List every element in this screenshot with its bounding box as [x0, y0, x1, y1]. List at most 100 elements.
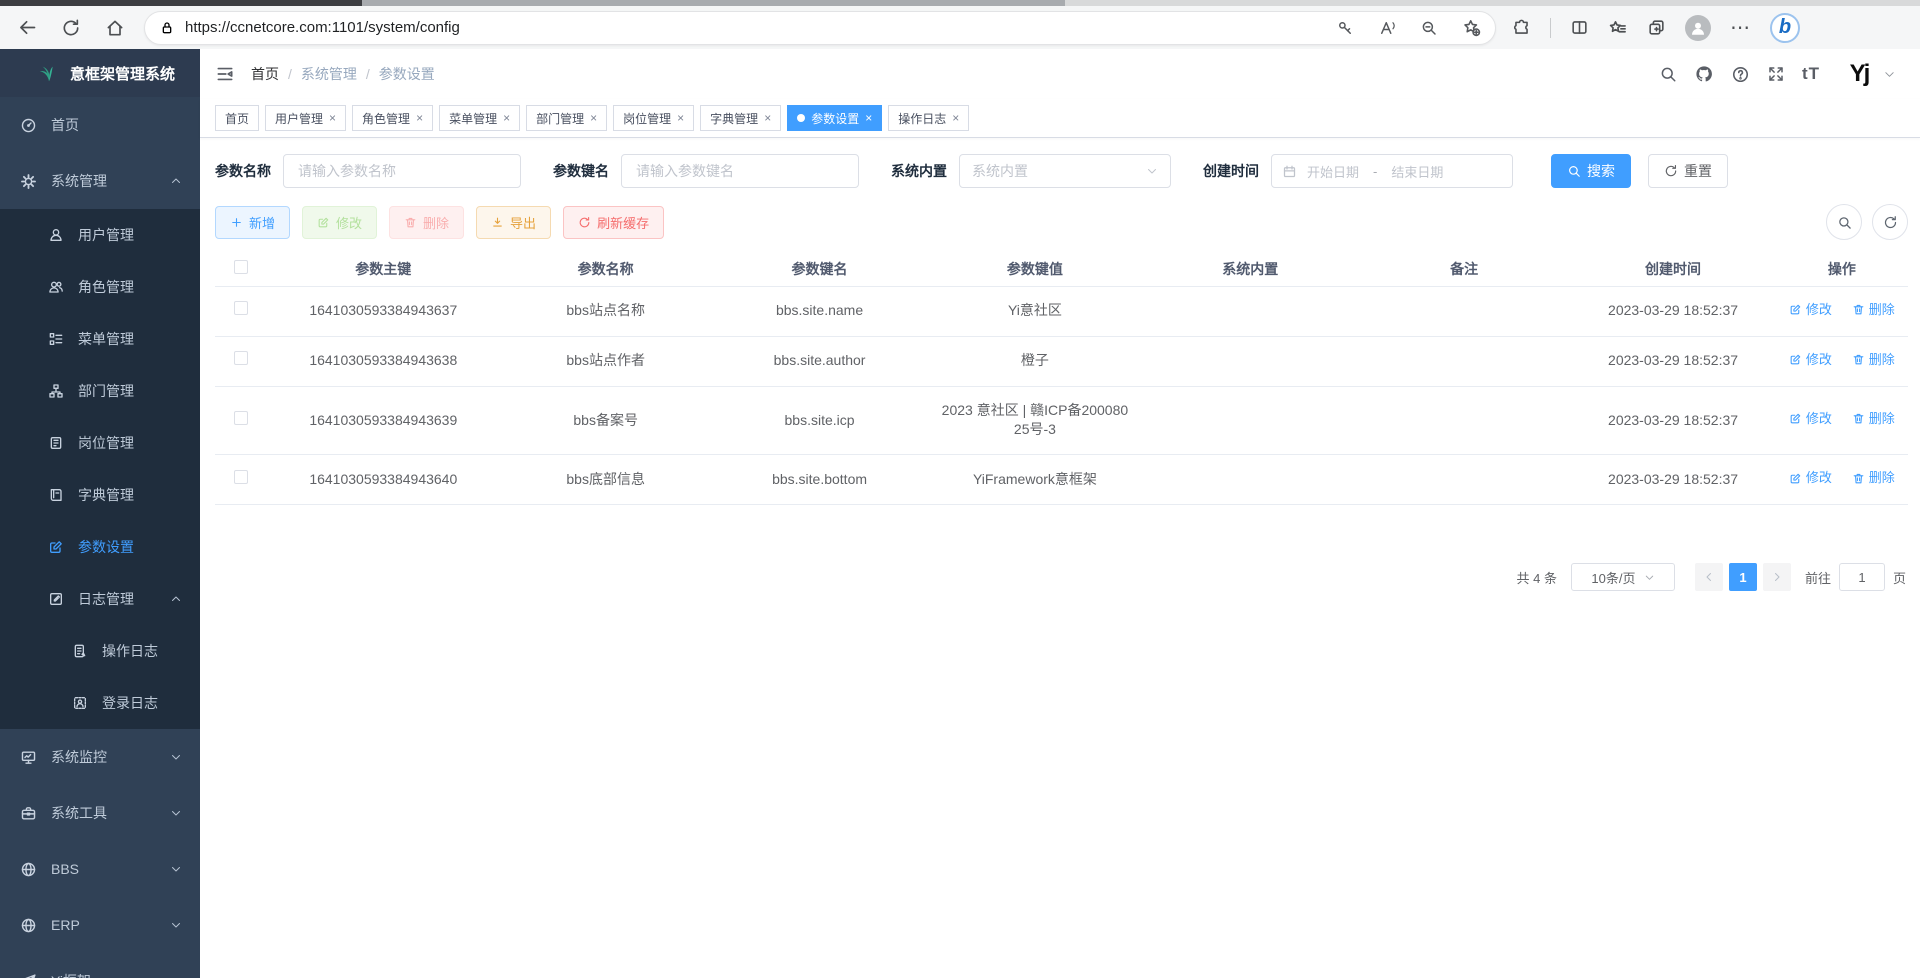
trash-icon [404, 216, 417, 229]
github-link[interactable] [1694, 64, 1714, 84]
row-edit-link[interactable]: 修改 [1789, 351, 1832, 369]
search-button[interactable]: 搜索 [1551, 154, 1631, 188]
sidebar-item-bbs[interactable]: BBS [0, 841, 200, 897]
param-key-input[interactable] [621, 154, 859, 188]
cell-value: 橙子 [927, 336, 1142, 386]
row-checkbox[interactable] [234, 470, 248, 484]
tab-close-icon[interactable]: × [416, 111, 423, 125]
row-checkbox[interactable] [234, 411, 248, 425]
reset-button[interactable]: 重置 [1648, 154, 1728, 188]
tab-home[interactable]: 首页 [215, 105, 259, 131]
cell-name: bbs站点作者 [499, 336, 711, 386]
export-button[interactable]: 导出 [476, 206, 551, 239]
sidebar-item-monitor[interactable]: 系统监控 [0, 729, 200, 785]
tab-label: 操作日志 [898, 110, 946, 127]
sidebar-item-menus[interactable]: 菜单管理 [0, 313, 200, 365]
tab-close-icon[interactable]: × [952, 111, 959, 125]
sidebar-collapse-button[interactable] [215, 64, 235, 84]
next-page-button[interactable] [1763, 563, 1791, 591]
address-bar[interactable]: https://ccnetcore.com:1101/system/config [144, 11, 1496, 45]
row-checkbox[interactable] [234, 351, 248, 365]
app-logo[interactable]: 意框架管理系统 [0, 49, 200, 97]
browser-reload-button[interactable] [54, 11, 88, 45]
user-avatar[interactable]: Yj [1842, 57, 1876, 91]
sidebar-item-yiframework[interactable]: Yi框架 [0, 953, 200, 978]
row-delete-link[interactable]: 删除 [1852, 469, 1895, 487]
browser-home-button[interactable] [98, 11, 132, 45]
sidebar-item-departments[interactable]: 部门管理 [0, 365, 200, 417]
builtin-select[interactable]: 系统内置 [959, 154, 1171, 188]
delete-button-disabled[interactable]: 删除 [389, 206, 464, 239]
date-range-picker[interactable]: 开始日期 - 结束日期 [1271, 154, 1513, 188]
param-name-input[interactable] [283, 154, 521, 188]
add-button-label: 新增 [249, 213, 275, 232]
sidebar-item-config[interactable]: 参数设置 [0, 521, 200, 573]
row-edit-link[interactable]: 修改 [1789, 469, 1832, 487]
tab-posts[interactable]: 岗位管理× [613, 105, 694, 131]
browser-menu-button[interactable]: ⋯ [1730, 15, 1751, 40]
page-size-select[interactable]: 10条/页 [1571, 563, 1675, 591]
tab-users[interactable]: 用户管理× [265, 105, 346, 131]
tab-close-icon[interactable]: × [503, 111, 510, 125]
add-button[interactable]: 新增 [215, 206, 290, 239]
edit-button-disabled[interactable]: 修改 [302, 206, 377, 239]
page-number-current[interactable]: 1 [1729, 563, 1757, 591]
sidebar-item-login-log[interactable]: 登录日志 [0, 677, 200, 729]
sidebar-item-home[interactable]: 首页 [0, 97, 200, 153]
tab-roles[interactable]: 角色管理× [352, 105, 433, 131]
refresh-table-button[interactable] [1872, 204, 1908, 240]
sidebar-item-posts[interactable]: 岗位管理 [0, 417, 200, 469]
sidebar-item-erp[interactable]: ERP [0, 897, 200, 953]
sidebar-item-users[interactable]: 用户管理 [0, 209, 200, 261]
goto-page-input[interactable] [1839, 563, 1885, 591]
favorites-button[interactable] [1608, 18, 1628, 38]
row-edit-link[interactable]: 修改 [1789, 301, 1832, 319]
refresh-cache-button[interactable]: 刷新缓存 [563, 206, 664, 239]
filter-form: 参数名称 参数键名 系统内置 系统内置 创建时间 [215, 154, 1908, 188]
sidebar-item-tools[interactable]: 系统工具 [0, 785, 200, 841]
row-delete-link[interactable]: 删除 [1852, 301, 1895, 319]
tab-operation-log[interactable]: 操作日志 × [888, 105, 969, 131]
sidebar-item-operation-log[interactable]: 操作日志 [0, 625, 200, 677]
tab-close-icon[interactable]: × [865, 111, 872, 125]
sidebar-item-label: 系统监控 [51, 747, 107, 767]
row-delete-link[interactable]: 删除 [1852, 351, 1895, 369]
tab-close-icon[interactable]: × [590, 111, 597, 125]
tab-dictionary[interactable]: 字典管理× [700, 105, 781, 131]
toggle-search-button[interactable] [1826, 204, 1862, 240]
header-search-button[interactable] [1659, 65, 1677, 83]
breadcrumb-home[interactable]: 首页 [251, 64, 279, 84]
window-top-dark-segment [0, 0, 362, 6]
sidebar-item-dictionary[interactable]: 字典管理 [0, 469, 200, 521]
browser-profile-avatar[interactable] [1685, 15, 1711, 41]
url-text[interactable]: https://ccnetcore.com:1101/system/config [185, 19, 1312, 36]
tab-menus[interactable]: 菜单管理× [439, 105, 520, 131]
extensions-button[interactable] [1512, 18, 1531, 37]
help-button[interactable] [1731, 65, 1750, 84]
tab-close-icon[interactable]: × [677, 111, 684, 125]
tab-config-active[interactable]: 参数设置× [787, 105, 882, 131]
select-all-checkbox[interactable] [234, 260, 248, 274]
prev-page-button[interactable] [1695, 563, 1723, 591]
row-checkbox[interactable] [234, 301, 248, 315]
chevron-down-icon [170, 919, 182, 931]
text-size-button[interactable]: tT [1802, 64, 1820, 84]
zoom-out-button[interactable] [1420, 19, 1438, 37]
collections-button[interactable] [1647, 18, 1666, 37]
tab-departments[interactable]: 部门管理× [526, 105, 607, 131]
split-screen-button[interactable] [1570, 18, 1589, 37]
password-key-button[interactable] [1336, 19, 1354, 37]
add-favorite-button[interactable] [1462, 18, 1481, 37]
sidebar-item-roles[interactable]: 角色管理 [0, 261, 200, 313]
fullscreen-button[interactable] [1767, 65, 1785, 83]
read-aloud-button[interactable] [1378, 19, 1396, 37]
row-delete-link[interactable]: 删除 [1852, 410, 1895, 428]
tab-close-icon[interactable]: × [329, 111, 336, 125]
table-toolbar: 新增 修改 删除 导出 刷新缓存 [215, 204, 1908, 240]
sidebar-item-logs[interactable]: 日志管理 [0, 573, 200, 625]
browser-back-button[interactable] [10, 11, 44, 45]
row-edit-link[interactable]: 修改 [1789, 410, 1832, 428]
sidebar-item-system[interactable]: 系统管理 [0, 153, 200, 209]
tab-close-icon[interactable]: × [764, 111, 771, 125]
bing-discover-button[interactable]: b [1770, 13, 1800, 43]
